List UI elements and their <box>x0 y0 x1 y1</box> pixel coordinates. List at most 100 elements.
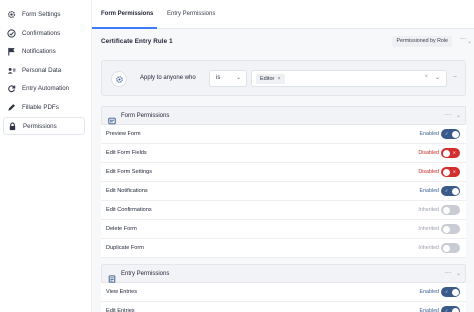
permission-row: Edit Confirmations Inherited <box>101 201 466 220</box>
tab-entry-permissions[interactable]: Entry Permissions <box>167 11 215 17</box>
permission-label: Preview Form <box>106 131 141 137</box>
permission-status: Inherited <box>418 226 439 232</box>
check-circle-icon <box>7 28 16 38</box>
gear-icon <box>7 10 16 19</box>
user-id-icon <box>7 66 16 75</box>
sidebar-item-entry-automation[interactable]: Entry Automation <box>3 79 85 97</box>
role-multiselect[interactable]: Editor × × ⌄ <box>251 70 447 87</box>
permission-status: Enabled <box>419 188 439 194</box>
role-tag-label: Editor <box>260 76 275 82</box>
condition-label: Apply to anyone who <box>140 75 196 81</box>
tab-form-permissions[interactable]: Form Permissions <box>101 11 153 17</box>
permission-row: View Entries Enabled ✓ <box>101 283 466 302</box>
x-icon: ✕ <box>452 169 456 174</box>
toggle-knob <box>451 307 459 312</box>
x-icon: ✕ <box>452 150 456 155</box>
sidebar-item-form-settings[interactable]: Form Settings <box>3 5 85 23</box>
permission-label: Edit Form Fields <box>106 150 147 156</box>
toggle-knob <box>451 130 459 138</box>
settings-cog-icon <box>111 71 127 87</box>
permission-row: Preview Form Enabled ✓ <box>101 125 466 144</box>
permission-label: Delete Form <box>106 226 137 232</box>
role-tag: Editor × <box>256 74 285 84</box>
permission-status: Inherited <box>418 207 439 213</box>
permission-row: Edit Notifications Enabled ✓ <box>101 182 466 201</box>
permission-toggle[interactable] <box>441 224 460 234</box>
remove-tag-icon[interactable]: × <box>277 76 280 82</box>
operator-value: is <box>216 75 221 81</box>
permission-toggle[interactable]: ✓ <box>441 287 460 297</box>
section-collapse-chevron-icon[interactable]: ⌄ <box>456 270 461 277</box>
permission-status: Enabled <box>419 289 439 295</box>
sidebar-item-confirmations[interactable]: Confirmations <box>3 24 85 42</box>
chevron-down-icon[interactable]: ⌄ <box>435 74 440 81</box>
permission-label: Edit Entries <box>106 308 135 312</box>
permission-row: Edit Entries Enabled ✓ <box>101 302 466 312</box>
settings-sidebar: Form Settings Confirmations Notification… <box>0 0 86 312</box>
section-more-icon[interactable]: ··· <box>445 110 452 119</box>
sidebar-item-label: Confirmations <box>22 29 61 37</box>
sidebar-item-label: Form Settings <box>22 10 61 18</box>
permission-row: Edit Form Fields Disabled ✕ <box>101 144 466 163</box>
entries-icon <box>108 270 116 283</box>
toggle-knob <box>442 149 450 157</box>
operator-select[interactable]: is ⌄ <box>209 70 247 87</box>
form-permissions-header: Form Permissions ··· ⌄ <box>101 106 466 125</box>
tab-bar: Form Permissions Entry Permissions <box>92 0 474 29</box>
rule-condition: Apply to anyone who is ⌄ Editor × × ⌄ − <box>101 60 466 96</box>
permission-toggle[interactable]: ✓ <box>441 129 460 139</box>
sidebar-item-label: Fillable PDFs <box>22 103 59 111</box>
rule-more-icon[interactable]: ··· <box>460 34 467 43</box>
permission-status: Inherited <box>418 245 439 251</box>
active-tab-indicator <box>92 27 157 29</box>
lock-icon <box>8 122 17 131</box>
sidebar-item-label: Notifications <box>22 47 56 55</box>
permission-label: Duplicate Form <box>106 245 144 251</box>
toggle-knob <box>451 187 459 195</box>
permission-toggle[interactable]: ✕ <box>441 148 460 158</box>
permission-toggle[interactable] <box>441 205 460 215</box>
rule-collapse-chevron-icon[interactable]: ⌄ <box>467 38 472 45</box>
rule-title: Certificate Entry Rule 1 <box>101 38 173 45</box>
sidebar-item-notifications[interactable]: Notifications <box>3 42 85 60</box>
permission-toggle[interactable]: ✓ <box>441 306 460 312</box>
permission-label: Edit Confirmations <box>106 207 152 213</box>
toggle-knob <box>442 206 450 214</box>
chevron-down-icon: ⌄ <box>235 75 241 81</box>
toggle-knob <box>442 168 450 176</box>
permission-status: Enabled <box>419 308 439 312</box>
check-icon: ✓ <box>445 289 449 294</box>
permission-label: Edit Notifications <box>106 188 148 194</box>
section-more-icon[interactable]: ··· <box>445 268 452 277</box>
permission-row: Delete Form Inherited <box>101 220 466 239</box>
permission-toggle[interactable]: ✕ <box>441 167 460 177</box>
toggle-knob <box>442 244 450 252</box>
refresh-icon <box>7 84 16 93</box>
section-title: Form Permissions <box>121 113 170 119</box>
form-icon <box>108 112 116 125</box>
check-icon: ✓ <box>445 131 449 136</box>
pen-icon <box>7 103 16 112</box>
permission-label: Edit Form Settings <box>106 169 153 175</box>
sidebar-item-label: Permissions <box>23 122 57 130</box>
section-collapse-chevron-icon[interactable]: ⌄ <box>456 112 461 119</box>
permission-label: View Entries <box>106 289 137 295</box>
sidebar-item-permissions[interactable]: Permissions <box>3 117 85 135</box>
flag-icon <box>7 47 16 56</box>
main-panel: Form Permissions Entry Permissions Certi… <box>91 0 474 312</box>
permission-status: Disabled <box>418 169 439 175</box>
remove-condition-icon[interactable]: − <box>453 74 457 81</box>
sidebar-item-label: Personal Data <box>22 66 62 74</box>
entry-permissions-header: Entry Permissions ··· ⌄ <box>101 264 466 283</box>
sidebar-item-label: Entry Automation <box>22 84 70 92</box>
permission-status: Disabled <box>418 150 439 156</box>
sidebar-item-personal-data[interactable]: Personal Data <box>3 61 85 79</box>
permission-toggle[interactable] <box>441 243 460 253</box>
check-icon: ✓ <box>445 188 449 193</box>
sidebar-item-fillable-pdfs[interactable]: Fillable PDFs <box>3 98 85 116</box>
clear-selection-icon[interactable]: × <box>424 74 428 80</box>
permission-status: Enabled <box>419 131 439 137</box>
toggle-knob <box>442 225 450 233</box>
section-title: Entry Permissions <box>121 271 170 277</box>
permission-toggle[interactable]: ✓ <box>441 186 460 196</box>
